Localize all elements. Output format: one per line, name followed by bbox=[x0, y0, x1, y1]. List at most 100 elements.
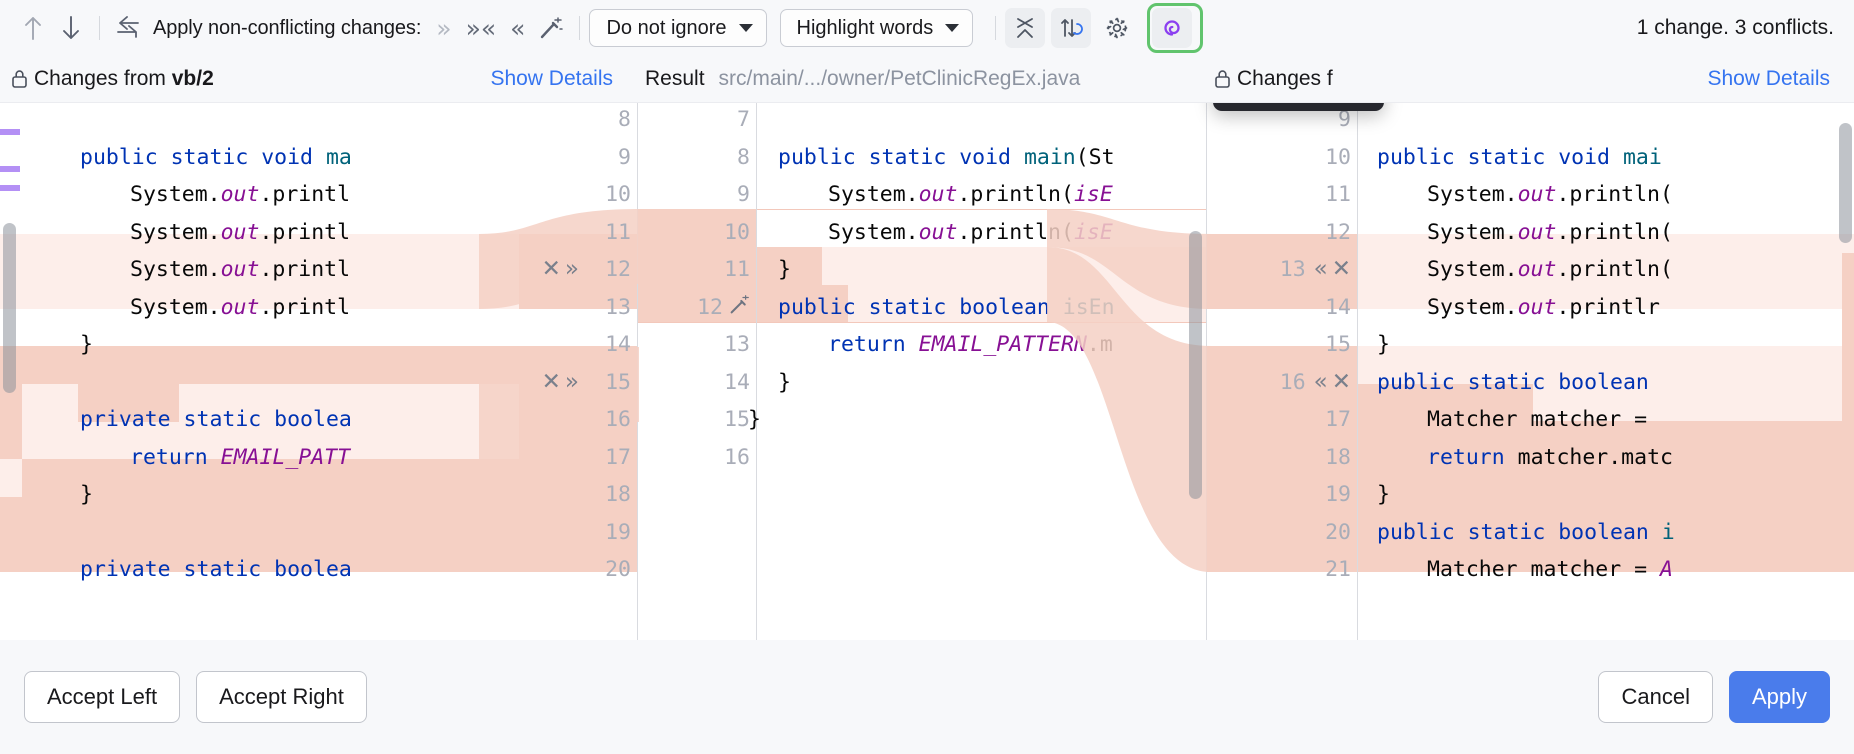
gutter-row: 14 bbox=[605, 332, 631, 357]
apply-change-left-button[interactable]: « bbox=[1314, 258, 1328, 281]
gutter-row: 18 bbox=[605, 482, 631, 507]
ignore-policy-value: Do not ignore bbox=[606, 16, 727, 39]
left-pane-header: Changes from vb/2 Show Details bbox=[0, 56, 637, 102]
left-editor-scrollbar[interactable] bbox=[3, 223, 16, 393]
merge-status-text: 1 change. 3 conflicts. bbox=[1636, 16, 1834, 39]
sync-scroll-button[interactable] bbox=[1051, 8, 1092, 48]
arrow-down-icon bbox=[63, 16, 79, 39]
gutter-row: 10 bbox=[1325, 144, 1351, 170]
gutter-row: 16 bbox=[724, 444, 750, 470]
left-show-details-link[interactable]: Show Details bbox=[490, 67, 613, 91]
toolbar-divider-3 bbox=[995, 16, 997, 40]
gutter-row: 17 bbox=[1325, 407, 1351, 432]
next-difference-button[interactable] bbox=[52, 9, 90, 47]
error-stripe-band[interactable] bbox=[0, 497, 22, 572]
result-file-path: src/main/.../owner/PetClinicRegEx.java bbox=[718, 67, 1081, 90]
gutter-actions: ✕ » bbox=[542, 370, 579, 394]
right-show-details-link[interactable]: Show Details bbox=[1707, 67, 1830, 91]
gutter-row: 12 bbox=[1325, 219, 1351, 245]
gutter-row: 8 bbox=[737, 144, 750, 170]
gutter-row: 19 bbox=[1325, 482, 1351, 507]
toolbar-divider-1 bbox=[99, 16, 100, 40]
accept-right-button[interactable]: Accept Right bbox=[196, 671, 367, 723]
right-pane-title: Changes f bbox=[1237, 67, 1333, 90]
merge-with-ai-highlight bbox=[1147, 3, 1204, 53]
left-editor-pane[interactable]: public static void ma System.out.printl … bbox=[0, 103, 637, 640]
apply-change-right-button[interactable]: » bbox=[565, 258, 579, 281]
gutter-row: 19 bbox=[605, 519, 631, 545]
ignore-change-button[interactable]: ✕ bbox=[542, 258, 561, 281]
toolbar-divider-2 bbox=[579, 16, 581, 40]
collapse-unchanged-button[interactable] bbox=[1005, 8, 1046, 48]
gutter-row: 20 bbox=[1325, 519, 1351, 545]
merge-with-ai-tooltip: Merge with AI bbox=[1213, 103, 1385, 111]
center-editor-scrollbar[interactable] bbox=[1189, 231, 1202, 499]
ignore-change-button[interactable]: ✕ bbox=[1332, 370, 1351, 394]
ignore-change-button[interactable]: ✕ bbox=[1332, 258, 1351, 281]
ignore-policy-dropdown[interactable]: Do not ignore bbox=[589, 9, 767, 47]
left-gutter: 8 9 10 11 ✕ » 12 13 14 ✕ » 15 16 17 18 1… bbox=[519, 103, 637, 640]
error-stripe-marker[interactable] bbox=[0, 166, 20, 172]
gutter-row: 14 bbox=[724, 369, 750, 395]
gutter-row: 21 bbox=[1325, 557, 1351, 582]
gutter-row: 15 bbox=[1325, 332, 1351, 357]
highlight-policy-dropdown[interactable]: Highlight words bbox=[779, 9, 974, 47]
merge-dialog: Apply non-conflicting changes: » »« « Do… bbox=[0, 0, 1854, 754]
merge-with-ai-button[interactable] bbox=[1152, 8, 1193, 48]
chevron-down-icon bbox=[945, 24, 960, 32]
right-error-stripe[interactable] bbox=[1842, 253, 1854, 533]
diff-settings-button[interactable] bbox=[1097, 8, 1137, 48]
merge-editors: public static void ma System.out.printl … bbox=[0, 102, 1854, 640]
error-stripe-marker[interactable] bbox=[0, 129, 20, 135]
ai-spiral-icon bbox=[1164, 20, 1180, 36]
gutter-row: 9 bbox=[737, 182, 750, 207]
dialog-footer: Accept Left Accept Right Cancel Apply bbox=[0, 640, 1854, 754]
gutter-row: ✕ » 15 bbox=[541, 368, 631, 395]
gutter-row: 9 bbox=[618, 144, 631, 170]
magic-resolve-button[interactable] bbox=[532, 9, 570, 47]
gear-icon bbox=[1106, 17, 1128, 39]
apply-button[interactable]: Apply bbox=[1728, 671, 1830, 723]
error-stripe-marker[interactable] bbox=[0, 185, 20, 191]
revert-changes-button[interactable] bbox=[109, 9, 147, 47]
ignore-change-button[interactable]: ✕ bbox=[542, 370, 561, 394]
center-pane-header: Result src/main/.../owner/PetClinicRegEx… bbox=[637, 56, 1205, 102]
gutter-row: 17 bbox=[605, 444, 631, 470]
gutter-row: 13 bbox=[724, 332, 750, 357]
left-pane-branch: vb/2 bbox=[171, 67, 214, 90]
gutter-row: 18 bbox=[1325, 444, 1351, 470]
gutter-row: 11 bbox=[724, 257, 750, 282]
gutter-row: 13 bbox=[605, 294, 631, 320]
gutter-row: 8 bbox=[618, 107, 631, 132]
apply-non-conflicting-right-button[interactable]: « bbox=[503, 16, 532, 41]
right-editor-scrollbar[interactable] bbox=[1839, 123, 1852, 243]
magic-resolve-button[interactable] bbox=[729, 294, 750, 320]
gutter-row: 12 bbox=[638, 289, 756, 327]
apply-non-conflicting-left-button[interactable]: » bbox=[429, 16, 458, 41]
gutter-row: 13 « ✕ bbox=[1279, 256, 1351, 283]
apply-non-conflicting-both-button[interactable]: »« bbox=[459, 16, 504, 41]
merge-toolbar: Apply non-conflicting changes: » »« « Do… bbox=[0, 0, 1854, 56]
gutter-row: 16 « ✕ bbox=[1279, 368, 1351, 395]
gutter-row: 7 bbox=[737, 107, 750, 132]
result-label: Result bbox=[645, 67, 705, 90]
gutter-row: ✕ » 12 bbox=[541, 256, 631, 283]
center-gutter: 7 8 9 10 11 12 13 14 15 16 bbox=[638, 103, 756, 640]
error-stripe-band[interactable] bbox=[0, 459, 22, 497]
gutter-row: 20 bbox=[605, 557, 631, 582]
magic-wand-icon bbox=[541, 17, 564, 39]
apply-non-conflicting-label: Apply non-conflicting changes: bbox=[153, 16, 422, 39]
accept-left-button[interactable]: Accept Left bbox=[24, 671, 181, 723]
apply-change-left-button[interactable]: « bbox=[1314, 370, 1328, 394]
gutter-row: 15 bbox=[724, 407, 750, 432]
gutter-actions: « ✕ bbox=[1314, 258, 1351, 281]
apply-change-right-button[interactable]: » bbox=[565, 370, 579, 394]
right-editor-pane[interactable]: 9 10 11 12 13 « ✕ 14 15 16 « ✕ 17 18 19 … bbox=[1207, 103, 1854, 640]
gutter-row: 11 bbox=[605, 219, 631, 245]
lock-icon bbox=[1213, 68, 1232, 90]
collapse-unchanged-icon bbox=[1017, 18, 1034, 38]
cancel-button[interactable]: Cancel bbox=[1598, 671, 1713, 723]
revert-changes-icon bbox=[117, 16, 139, 38]
gutter-row: 16 bbox=[605, 407, 631, 432]
previous-difference-button[interactable] bbox=[14, 9, 52, 47]
